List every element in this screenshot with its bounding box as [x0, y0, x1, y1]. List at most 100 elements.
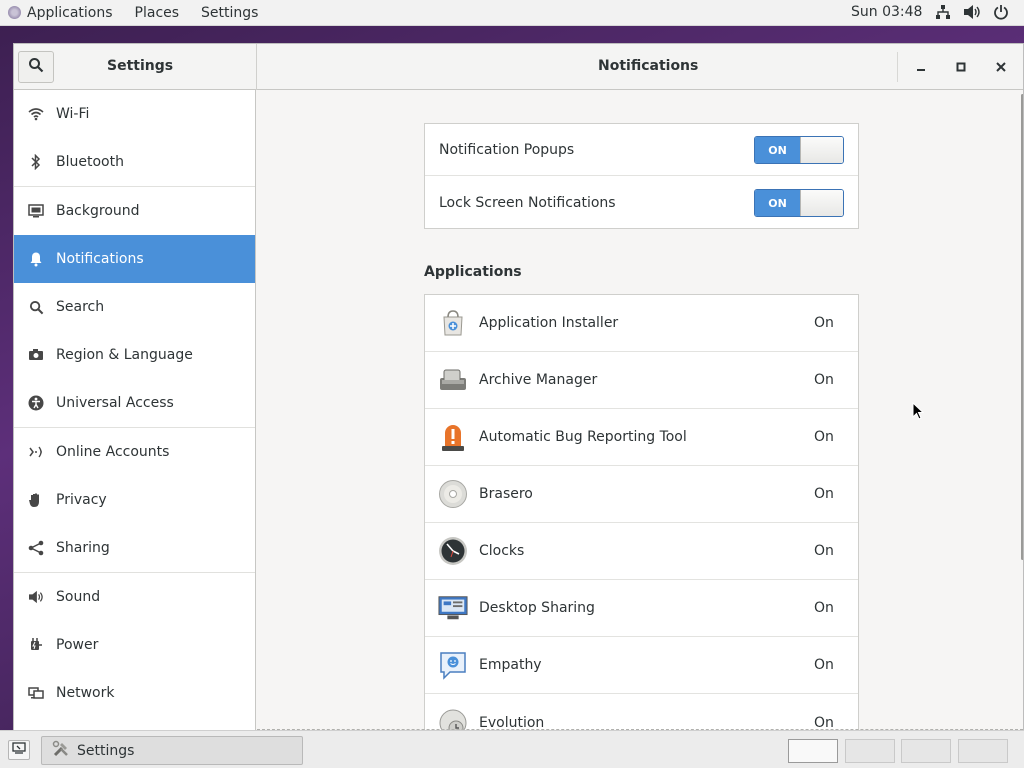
chat-icon [438, 650, 468, 680]
sidebar-item-wifi[interactable]: Wi-Fi [14, 90, 255, 138]
sidebar-item-label: Universal Access [56, 395, 174, 411]
sidebar-item-bluetooth[interactable]: Bluetooth [14, 138, 255, 186]
applications-list: Application Installer On Archive Manager… [424, 294, 859, 731]
switch-knob [800, 137, 843, 163]
network-icon[interactable] [935, 4, 951, 24]
bug-report-icon [438, 422, 468, 452]
settings-window: Settings Notifications Wi-Fi Bluetooth B… [13, 43, 1024, 731]
disc-icon [438, 479, 468, 509]
workspace-4[interactable] [958, 739, 1008, 763]
sidebar-item-label: Power [56, 637, 99, 653]
menu-places[interactable]: Places [124, 0, 191, 26]
minimize-icon[interactable] [909, 55, 933, 79]
notification-toggles: Notification Popups ON Lock Screen Notif… [424, 123, 859, 229]
menu-settings[interactable]: Settings [190, 0, 269, 26]
switch-knob [800, 190, 843, 216]
sidebar-item-power[interactable]: Power [14, 621, 255, 669]
sidebar-item-notifications[interactable]: Notifications [14, 235, 255, 283]
taskbar-item-settings[interactable]: Settings [41, 736, 303, 765]
mail-icon [438, 708, 468, 731]
clock-icon [438, 536, 468, 566]
hand-icon [28, 492, 44, 508]
mouse-cursor-icon [912, 401, 925, 424]
sidebar-item-search[interactable]: Search [14, 283, 255, 331]
speaker-icon [28, 589, 44, 605]
sidebar: Wi-Fi Bluetooth Background Notifications [14, 90, 256, 731]
sidebar-item-label: Wi-Fi [56, 106, 90, 122]
sidebar-title: Settings [107, 58, 174, 74]
sidebar-item-background[interactable]: Background [14, 187, 255, 235]
menu-applications[interactable]: Applications [25, 0, 124, 26]
app-row-desktop-sharing[interactable]: Desktop Sharing On [425, 580, 858, 637]
search-button[interactable] [18, 51, 54, 83]
sidebar-item-sharing[interactable]: Sharing [14, 524, 255, 572]
applications-heading: Applications [424, 264, 522, 280]
camera-icon [28, 347, 44, 363]
sidebar-item-label: Online Accounts [56, 444, 170, 460]
settings-tools-icon [52, 740, 70, 762]
app-row-brasero[interactable]: Brasero On [425, 466, 858, 523]
show-desktop-icon [12, 742, 26, 758]
app-state: On [814, 372, 834, 388]
sidebar-item-label: Sound [56, 589, 101, 605]
taskbar-item-label: Settings [77, 742, 135, 759]
app-state: On [814, 543, 834, 559]
notification-popups-row: Notification Popups ON [425, 124, 858, 176]
volume-icon[interactable] [963, 4, 981, 24]
scrollbar[interactable] [1021, 94, 1023, 560]
lock-screen-notifications-row: Lock Screen Notifications ON [425, 177, 858, 229]
app-row-empathy[interactable]: Empathy On [425, 637, 858, 694]
app-name: Empathy [479, 657, 542, 673]
power-plug-icon [28, 637, 44, 653]
app-row-application-installer[interactable]: Application Installer On [425, 295, 858, 352]
workspace-2[interactable] [845, 739, 895, 763]
taskbar: Settings [0, 730, 1024, 768]
search-icon [28, 299, 44, 315]
app-installer-icon [438, 308, 468, 338]
background-icon [28, 203, 44, 219]
sidebar-item-universal-access[interactable]: Universal Access [14, 379, 255, 427]
notification-popups-switch[interactable]: ON [754, 136, 844, 164]
power-icon[interactable] [993, 4, 1009, 24]
sidebar-item-network[interactable]: Network [14, 669, 255, 717]
app-state: On [814, 486, 834, 502]
sidebar-item-label: Privacy [56, 492, 107, 508]
app-row-archive-manager[interactable]: Archive Manager On [425, 352, 858, 409]
sidebar-item-label: Search [56, 299, 105, 315]
app-state: On [814, 600, 834, 616]
lock-screen-notifications-label: Lock Screen Notifications [439, 195, 616, 211]
app-name: Automatic Bug Reporting Tool [479, 429, 687, 445]
show-desktop-button[interactable] [8, 740, 30, 760]
header-divider [256, 44, 257, 90]
app-row-evolution[interactable]: Evolution On [425, 694, 858, 731]
workspace-1[interactable] [788, 739, 838, 763]
controls-divider [897, 52, 898, 82]
app-state: On [814, 657, 834, 673]
desktop-sharing-icon [438, 593, 468, 623]
lock-screen-notifications-switch[interactable]: ON [754, 189, 844, 217]
sidebar-item-online-accounts[interactable]: Online Accounts [14, 428, 255, 476]
sidebar-item-sound[interactable]: Sound [14, 573, 255, 621]
sidebar-item-label: Bluetooth [56, 154, 124, 170]
notifications-panel: Notification Popups ON Lock Screen Notif… [257, 90, 1023, 731]
app-state: On [814, 429, 834, 445]
clock[interactable]: Sun 03:48 [851, 4, 922, 20]
app-row-automatic-bug-reporting-tool[interactable]: Automatic Bug Reporting Tool On [425, 409, 858, 466]
app-row-clocks[interactable]: Clocks On [425, 523, 858, 580]
bluetooth-icon [28, 154, 44, 170]
notification-popups-label: Notification Popups [439, 141, 575, 158]
workspace-3[interactable] [901, 739, 951, 763]
sidebar-item-label: Network [56, 685, 115, 701]
sidebar-item-privacy[interactable]: Privacy [14, 476, 255, 524]
app-state: On [814, 315, 834, 331]
sidebar-item-region-language[interactable]: Region & Language [14, 331, 255, 379]
share-icon [28, 540, 44, 556]
close-icon[interactable] [989, 55, 1013, 79]
maximize-icon[interactable] [949, 55, 973, 79]
top-bar: Applications Places Settings Sun 03:48 [0, 0, 1024, 26]
header-bar: Settings Notifications [14, 44, 1023, 90]
sidebar-item-label: Region & Language [56, 347, 193, 363]
gnome-foot-icon [8, 6, 21, 19]
bell-icon [28, 251, 44, 267]
app-name: Desktop Sharing [479, 600, 595, 616]
